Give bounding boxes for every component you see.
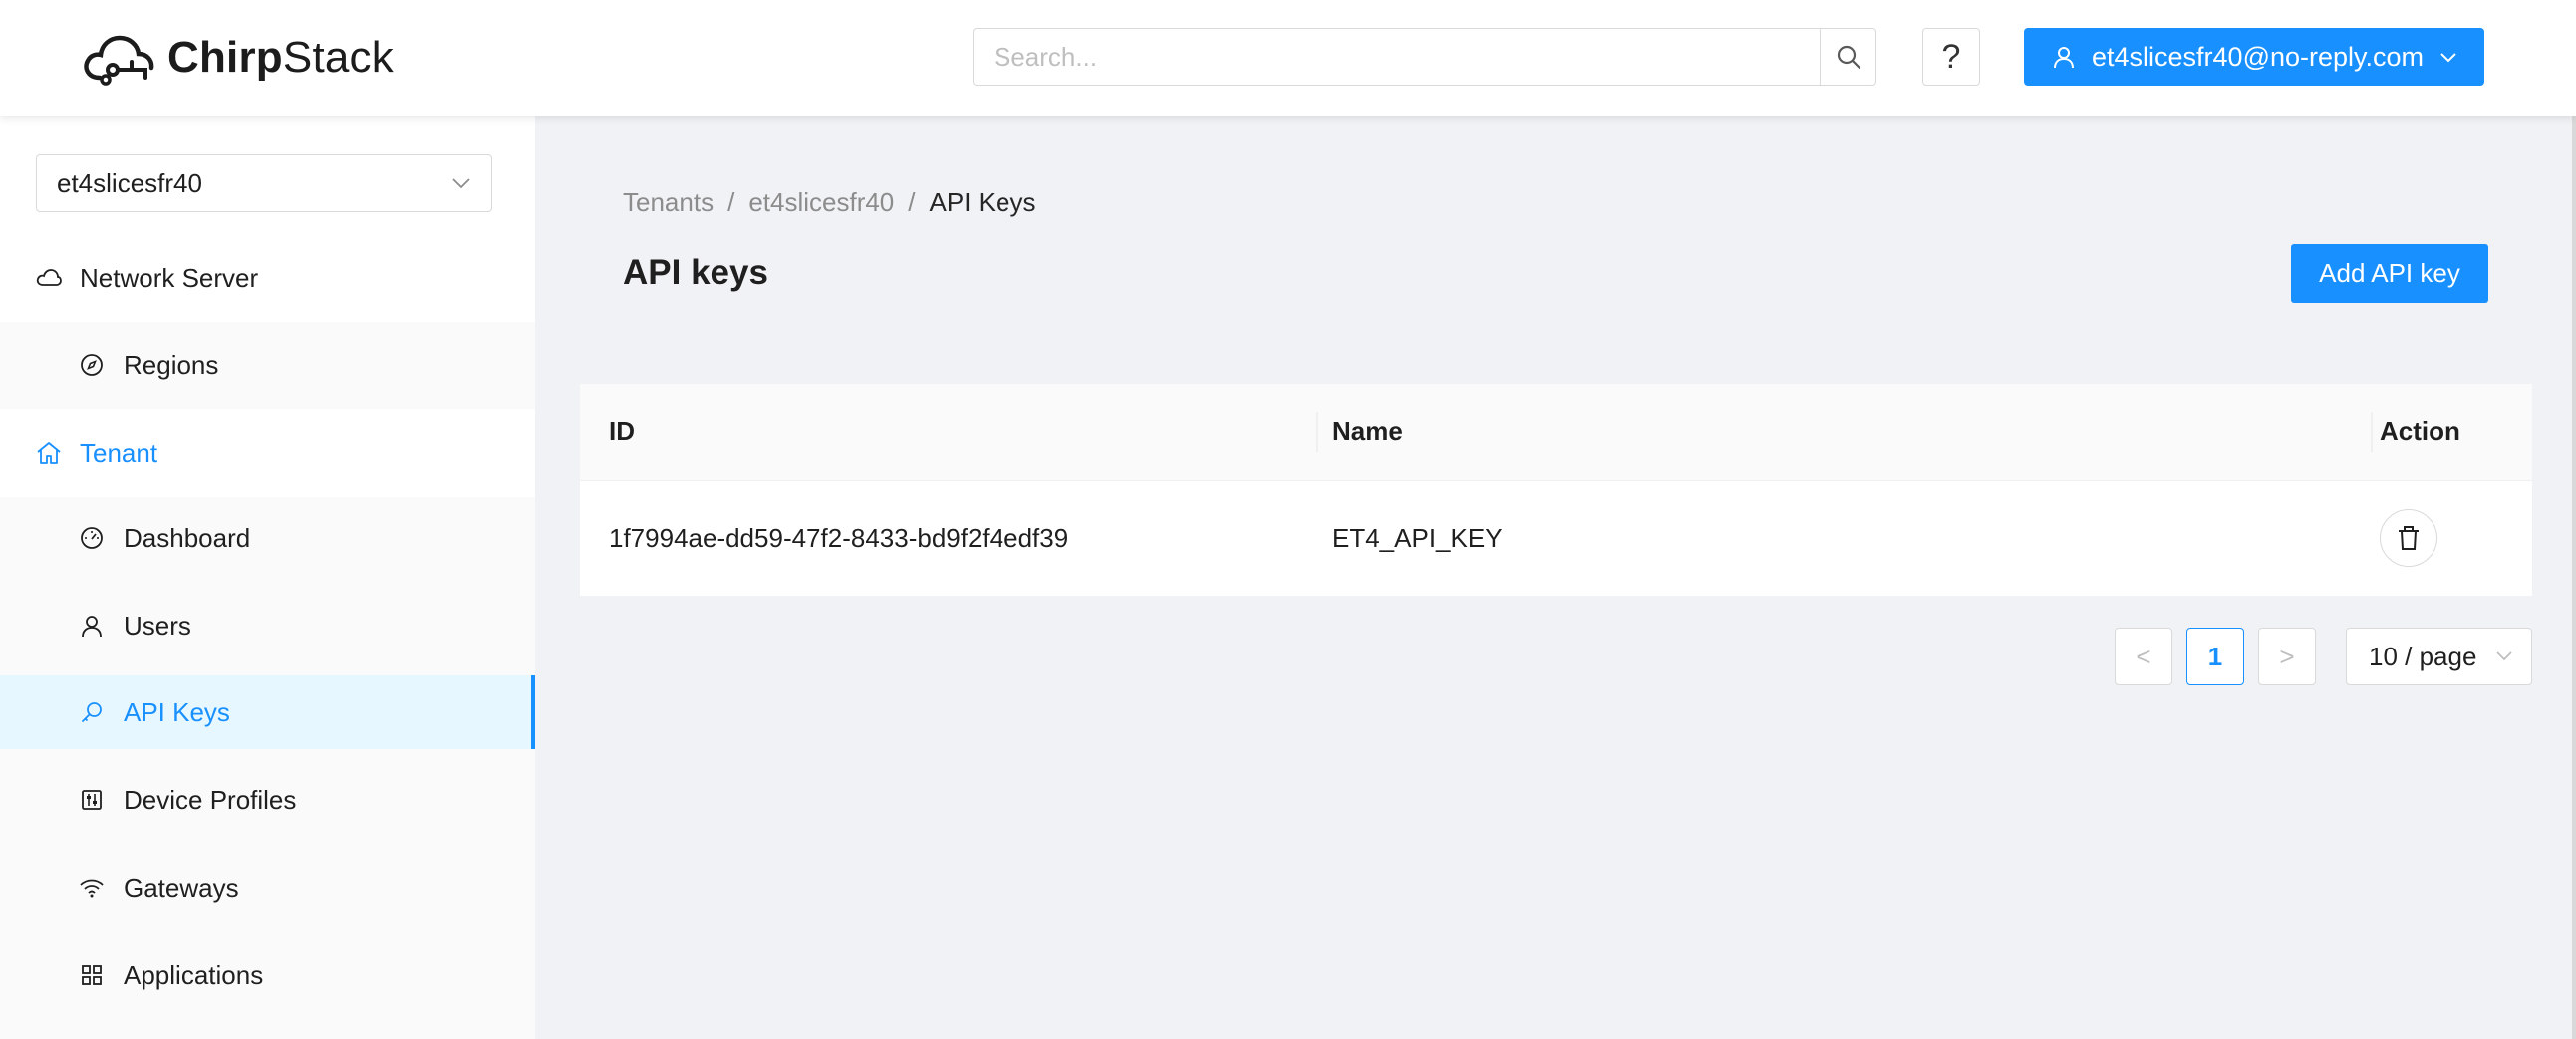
cloud-icon	[36, 268, 62, 288]
column-header-action: Action	[2380, 416, 2460, 446]
global-search	[973, 28, 1876, 86]
breadcrumb-separator: /	[727, 187, 735, 217]
sidebar-item-label: Device Profiles	[124, 784, 297, 815]
sidebar-item-gateways[interactable]: Gateways	[0, 851, 535, 924]
api-key-name: ET4_API_KEY	[1332, 523, 1503, 553]
column-header-id: ID	[609, 416, 635, 446]
page-size-value: 10 / page	[2369, 641, 2477, 671]
delete-icon	[2399, 526, 2419, 550]
user-icon	[80, 614, 104, 638]
sidebar-item-label: Applications	[124, 959, 264, 990]
wifi-icon	[80, 878, 104, 898]
prev-page-button[interactable]: <	[2115, 628, 2172, 685]
sidebar-item-label: Users	[124, 610, 191, 641]
sidebar-item-device-profiles[interactable]: Device Profiles	[0, 763, 535, 837]
home-icon	[36, 441, 62, 465]
add-api-key-button[interactable]: Add API key	[2291, 244, 2488, 303]
api-keys-table: ID Name Action 1f7994ae-dd59-47f2-8433-b…	[580, 384, 2532, 596]
compass-icon	[80, 353, 104, 377]
chevron-left-icon: <	[2136, 641, 2151, 671]
logo-text-bold: Chirp	[167, 33, 283, 82]
breadcrumb-item-tenants[interactable]: Tenants	[623, 187, 714, 218]
key-icon	[80, 700, 104, 724]
sidebar-item-label: Regions	[124, 349, 219, 380]
breadcrumb-item-tenant[interactable]: et4slicesfr40	[748, 187, 894, 218]
menu-group-network-server[interactable]: Network Server	[0, 234, 535, 322]
sidebar-item-label: API Keys	[124, 696, 230, 727]
sidebar-item-applications[interactable]: Applications	[0, 938, 535, 1012]
tenant-select-value: et4slicesfr40	[57, 167, 202, 198]
appstore-icon	[80, 963, 104, 987]
column-divider	[2371, 412, 2373, 452]
help-button[interactable]: ?	[1922, 28, 1980, 86]
table-header: ID Name Action	[580, 384, 2532, 481]
sidebar-item-dashboard[interactable]: Dashboard	[0, 501, 535, 575]
chevron-down-icon	[2439, 51, 2457, 63]
search-input[interactable]	[973, 28, 1820, 86]
column-divider	[1316, 412, 1318, 452]
menu-group-label: Network Server	[80, 262, 259, 293]
delete-api-key-button[interactable]	[2380, 509, 2437, 567]
sidebar-item-label: Gateways	[124, 872, 239, 903]
sidebar-item-label: Dashboard	[124, 522, 251, 553]
tenant-select[interactable]: et4slicesfr40	[36, 154, 492, 212]
menu-group-label: Tenant	[80, 437, 158, 468]
user-email: et4slicesfr40@no-reply.com	[2092, 41, 2425, 72]
logo-text-regular: Stack	[282, 33, 394, 82]
breadcrumb-item-current: API Keys	[929, 187, 1036, 217]
breadcrumb: Tenants / et4slicesfr40 / API Keys	[623, 187, 1035, 218]
page-size-select[interactable]: 10 / page	[2346, 628, 2532, 685]
user-menu-button[interactable]: et4slicesfr40@no-reply.com	[2024, 28, 2484, 86]
table-row: 1f7994ae-dd59-47f2-8433-bd9f2f4edf39 ET4…	[580, 481, 2532, 596]
column-header-name: Name	[1332, 416, 1403, 446]
page-title: API keys	[623, 253, 768, 292]
menu-group-tenant[interactable]: Tenant	[0, 409, 535, 497]
breadcrumb-separator: /	[908, 187, 916, 217]
scrollbar[interactable]	[2572, 116, 2576, 1039]
api-key-id: 1f7994ae-dd59-47f2-8433-bd9f2f4edf39	[609, 523, 1069, 553]
top-header: ChirpStack ? et4slicesfr40@no-reply.com	[0, 0, 2576, 116]
cloud-logo-icon	[84, 35, 154, 86]
question-icon: ?	[1941, 37, 1961, 76]
dashboard-icon	[80, 526, 104, 550]
chevron-down-icon	[452, 178, 470, 189]
search-button[interactable]	[1820, 28, 1876, 86]
user-icon	[2052, 45, 2076, 69]
search-icon	[1837, 45, 1860, 70]
page-1-button[interactable]: 1	[2186, 628, 2244, 685]
page-number: 1	[2207, 641, 2223, 671]
sidebar-item-api-keys[interactable]: API Keys	[0, 675, 535, 749]
sidebar: et4slicesfr40 Network Server Regions Ten…	[0, 116, 535, 1039]
chevron-right-icon: >	[2279, 641, 2295, 671]
logo-text: ChirpStack	[167, 33, 394, 83]
chevron-down-icon	[2496, 651, 2512, 661]
sidebar-item-users[interactable]: Users	[0, 589, 535, 662]
next-page-button[interactable]: >	[2258, 628, 2316, 685]
control-icon	[80, 788, 104, 812]
chirpstack-logo[interactable]: ChirpStack	[80, 26, 394, 90]
sidebar-item-regions[interactable]: Regions	[0, 328, 535, 401]
